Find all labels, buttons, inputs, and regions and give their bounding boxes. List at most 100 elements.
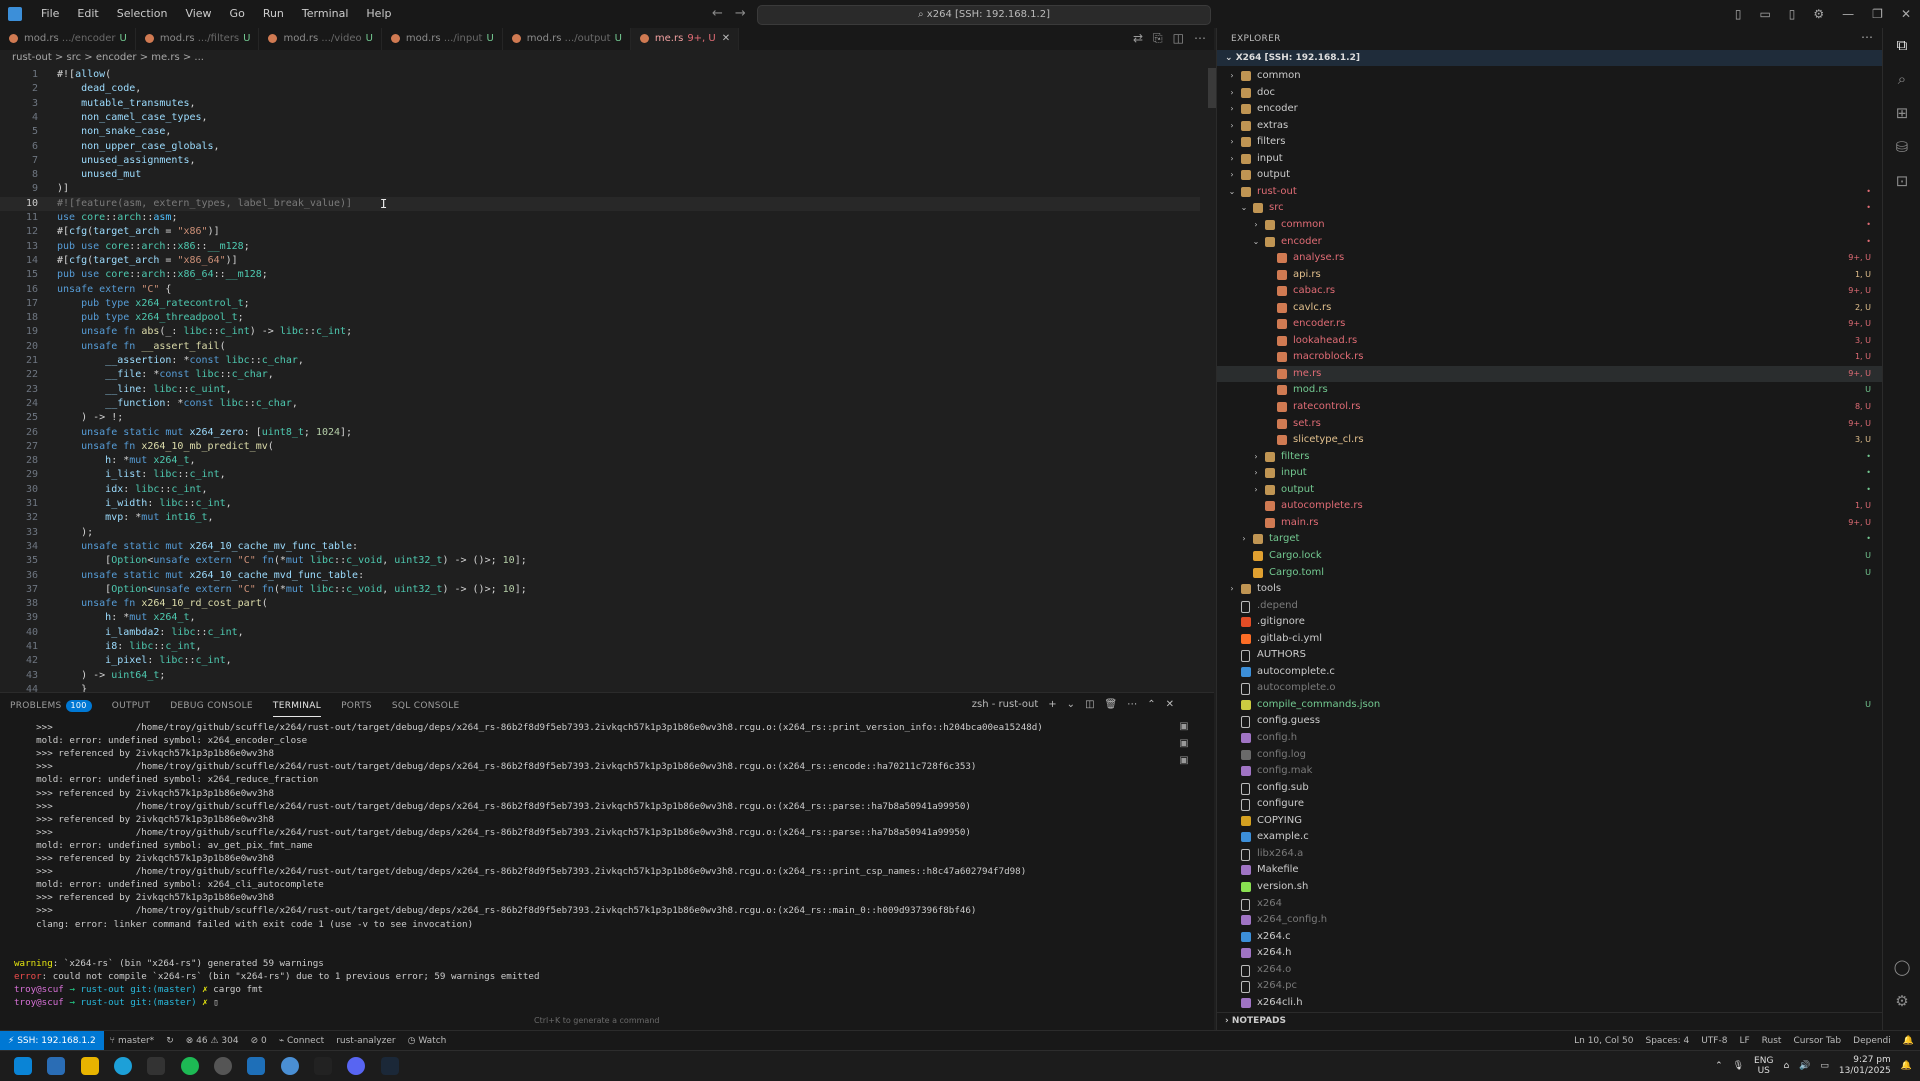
status-item[interactable]: Ln 10, Col 50 xyxy=(1568,1031,1639,1051)
code-line[interactable]: 42 i_pixel: libc::c_int, xyxy=(0,654,1200,668)
tree-file[interactable]: encoder.rs 9+, U xyxy=(1217,316,1883,332)
tree-file[interactable]: .gitlab-ci.yml xyxy=(1217,631,1883,647)
chevron-up-icon[interactable]: ⌃ xyxy=(1715,1061,1723,1071)
tree-file[interactable]: Makefile xyxy=(1217,862,1883,878)
tree-file[interactable]: config.h xyxy=(1217,730,1883,746)
editor-tab[interactable]: mod.rs .../output U xyxy=(503,28,631,50)
sync-icon[interactable]: ↻ xyxy=(160,1031,180,1051)
tree-file[interactable]: autocomplete.rs 1, U xyxy=(1217,498,1883,514)
editor-tab[interactable]: mod.rs .../encoder U xyxy=(0,28,136,50)
terminal-output[interactable]: >>> /home/troy/github/scuffle/x264/rust-… xyxy=(0,721,1180,1021)
new-terminal-icon[interactable]: + xyxy=(1048,699,1056,710)
terminal-shell-label[interactable]: zsh - rust-out xyxy=(972,699,1039,710)
tree-file[interactable]: slicetype_cl.rs 3, U xyxy=(1217,432,1883,448)
notepads-section[interactable]: › NOTEPADS xyxy=(1217,1012,1883,1028)
editor-tab[interactable]: mod.rs .../video U xyxy=(259,28,382,50)
tree-file[interactable]: x264 xyxy=(1217,896,1883,912)
tree-folder[interactable]: › filters xyxy=(1217,134,1883,150)
tree-file[interactable]: example.c xyxy=(1217,829,1883,845)
tree-file[interactable]: mod.rs U xyxy=(1217,382,1883,398)
code-line[interactable]: 15 pub use core::arch::x86_64::__m128; xyxy=(0,268,1200,282)
tree-file[interactable]: .gitignore xyxy=(1217,614,1883,630)
code-line[interactable]: 12 #[cfg(target_arch = "x86")] xyxy=(0,225,1200,239)
network-icon[interactable]: ⌂ xyxy=(1783,1061,1789,1071)
split-terminal-icon[interactable]: ◫ xyxy=(1085,699,1094,710)
menu-terminal[interactable]: Terminal xyxy=(293,0,358,28)
panel-tab-terminal[interactable]: TERMINAL xyxy=(263,693,331,719)
watch-button[interactable]: ◷ Watch xyxy=(402,1031,453,1051)
code-line[interactable]: 41 i8: libc::c_int, xyxy=(0,640,1200,654)
code-line[interactable]: 37 [Option<unsafe extern "C" fn(*mut lib… xyxy=(0,583,1200,597)
tree-file[interactable]: cavlc.rs 2, U xyxy=(1217,300,1883,316)
more-icon[interactable]: ⋯ xyxy=(1861,30,1873,44)
tree-file[interactable]: me.rs 9+, U xyxy=(1217,365,1883,382)
tree-file[interactable]: libx264.a xyxy=(1217,846,1883,862)
tree-folder[interactable]: ⌄ encoder • xyxy=(1217,234,1883,250)
browser-icon[interactable] xyxy=(114,1057,132,1075)
tree-file[interactable]: x264_config.h xyxy=(1217,912,1883,928)
split-editor-icon[interactable]: ◫ xyxy=(1173,31,1184,46)
windows-start-icon[interactable] xyxy=(14,1057,32,1075)
code-line[interactable]: 1 #![allow( xyxy=(0,68,1200,82)
code-line[interactable]: 19 unsafe fn abs(_: libc::c_int) -> libc… xyxy=(0,325,1200,339)
code-line[interactable]: 39 h: *mut x264_t, xyxy=(0,611,1200,625)
tree-file[interactable]: config.mak xyxy=(1217,763,1883,779)
terminal-icon[interactable]: ▣ xyxy=(1179,738,1188,749)
more-actions-icon[interactable]: ⋯ xyxy=(1194,31,1206,46)
discord-icon[interactable] xyxy=(347,1057,365,1075)
tree-file[interactable]: AUTHORS xyxy=(1217,647,1883,663)
tree-file[interactable]: autocomplete.c xyxy=(1217,664,1883,680)
account-icon[interactable]: ◯ xyxy=(1893,958,1911,976)
code-line[interactable]: 36 unsafe static mut x264_10_cache_mvd_f… xyxy=(0,569,1200,583)
tree-folder[interactable]: › input • xyxy=(1217,465,1883,481)
code-line[interactable]: 28 h: *mut x264_t, xyxy=(0,454,1200,468)
manage-gear-icon[interactable]: ⚙ xyxy=(1893,992,1911,1010)
back-arrow-icon[interactable]: ← xyxy=(712,6,723,21)
code-line[interactable]: 38 unsafe fn x264_10_rd_cost_part( xyxy=(0,597,1200,611)
tree-file[interactable]: version.sh xyxy=(1217,879,1883,895)
workspace-root[interactable]: ⌄ X264 [SSH: 192.168.1.2] xyxy=(1217,50,1883,66)
tree-folder[interactable]: › output xyxy=(1217,167,1883,183)
code-editor[interactable]: 1 #![allow(2 dead_code, 3 mutable_transmut… xyxy=(0,68,1200,694)
tree-file[interactable]: config.log xyxy=(1217,747,1883,763)
code-line[interactable]: 7 unused_assignments, xyxy=(0,154,1200,168)
terminal-icon[interactable]: ▣ xyxy=(1179,721,1188,732)
database-icon[interactable]: ⛁ xyxy=(1893,138,1911,156)
forward-arrow-icon[interactable]: → xyxy=(735,6,746,21)
tree-file[interactable]: main.rs 9+, U xyxy=(1217,515,1883,531)
notification-bell-icon[interactable]: 🔔 xyxy=(1901,1061,1912,1071)
code-line[interactable]: 5 non_snake_case, xyxy=(0,125,1200,139)
open-changes-icon[interactable]: ⎘ xyxy=(1153,31,1163,46)
volume-icon[interactable]: 🔊 xyxy=(1799,1061,1810,1071)
code-line[interactable]: 4 non_camel_case_types, xyxy=(0,111,1200,125)
app-window-icon[interactable] xyxy=(47,1057,65,1075)
extensions-icon[interactable]: ⊞ xyxy=(1893,104,1911,122)
more-icon[interactable]: ⋯ xyxy=(1127,699,1137,710)
problems-count[interactable]: ⊗ 46 ⚠ 304 xyxy=(180,1031,245,1051)
tree-file[interactable]: x264cli.h xyxy=(1217,995,1883,1011)
tree-file[interactable]: api.rs 1, U xyxy=(1217,267,1883,283)
maximize-panel-icon[interactable]: ⌃ xyxy=(1147,699,1155,710)
editor-tab[interactable]: me.rs 9+, U ✕ xyxy=(630,28,740,50)
menu-file[interactable]: File xyxy=(32,0,68,28)
toggle-secondary-sidebar-icon[interactable]: ▯ xyxy=(1780,7,1805,21)
code-line[interactable]: 27 unsafe fn x264_10_mb_predict_mv( xyxy=(0,440,1200,454)
menu-go[interactable]: Go xyxy=(221,0,254,28)
tree-file[interactable]: x264.pc xyxy=(1217,978,1883,994)
tree-file[interactable]: configure xyxy=(1217,796,1883,812)
close-icon[interactable]: ✕ xyxy=(1892,7,1920,21)
code-line[interactable]: 24 __function: *const libc::c_char, xyxy=(0,397,1200,411)
code-line[interactable]: 26 unsafe static mut x264_zero: [uint8_t… xyxy=(0,426,1200,440)
status-item[interactable]: UTF-8 xyxy=(1695,1031,1733,1051)
code-line[interactable]: 18 pub type x264_threadpool_t; xyxy=(0,311,1200,325)
tree-file[interactable]: COPYING xyxy=(1217,813,1883,829)
tree-file[interactable]: config.sub xyxy=(1217,780,1883,796)
code-line[interactable]: 34 unsafe static mut x264_10_cache_mv_fu… xyxy=(0,540,1200,554)
tree-file[interactable]: compile_commands.json U xyxy=(1217,697,1883,713)
code-line[interactable]: 6 non_upper_case_globals, xyxy=(0,140,1200,154)
code-line[interactable]: 20 unsafe fn __assert_fail( xyxy=(0,340,1200,354)
github-icon[interactable] xyxy=(214,1057,232,1075)
status-item[interactable]: Spaces: 4 xyxy=(1639,1031,1695,1051)
status-item[interactable]: Dependi xyxy=(1847,1031,1897,1051)
app-icon[interactable] xyxy=(147,1057,165,1075)
